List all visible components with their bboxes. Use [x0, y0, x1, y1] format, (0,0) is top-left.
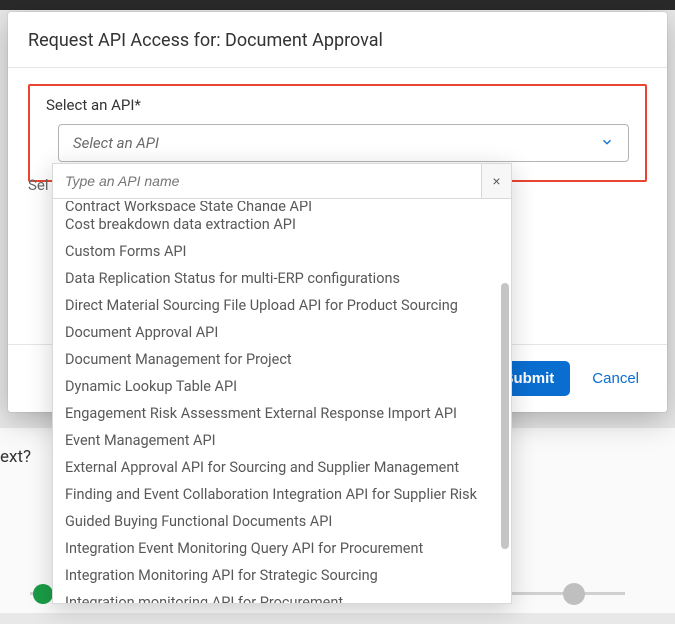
modal-title: Request API Access for: Document Approva…: [8, 12, 667, 68]
scrollbar-track[interactable]: [501, 205, 509, 597]
list-item[interactable]: Direct Material Sourcing File Upload API…: [53, 292, 511, 319]
list-item[interactable]: Engagement Risk Assessment External Resp…: [53, 400, 511, 427]
select-placeholder: Select an API: [73, 134, 159, 152]
api-search-input[interactable]: [53, 164, 481, 198]
list-item[interactable]: Integration Event Monitoring Query API f…: [53, 535, 511, 562]
api-option-list: Contract Workspace State Change APICost …: [53, 199, 511, 603]
list-item[interactable]: Document Approval API: [53, 319, 511, 346]
obscured-label-fragment: Sel: [0, 176, 49, 194]
clear-search-button[interactable]: ×: [481, 164, 511, 198]
cancel-button[interactable]: Cancel: [586, 362, 645, 395]
progress-step-done-1: [33, 584, 53, 604]
list-item[interactable]: Cost breakdown data extraction API: [53, 211, 511, 238]
list-item[interactable]: Dynamic Lookup Table API: [53, 373, 511, 400]
select-api-combobox[interactable]: Select an API: [58, 124, 629, 162]
window-top-bar: [0, 0, 675, 10]
list-item[interactable]: Integration monitoring API for Procureme…: [53, 589, 511, 603]
api-dropdown-popover: × Contract Workspace State Change APICos…: [52, 163, 512, 604]
list-item[interactable]: Document Management for Project: [53, 346, 511, 373]
list-item[interactable]: Event Management API: [53, 427, 511, 454]
list-item[interactable]: External Approval API for Sourcing and S…: [53, 454, 511, 481]
list-item[interactable]: Guided Buying Functional Documents API: [53, 508, 511, 535]
list-item[interactable]: Data Replication Status for multi-ERP co…: [53, 265, 511, 292]
dropdown-list-wrap: Contract Workspace State Change APICost …: [53, 199, 511, 603]
chevron-down-icon: [600, 134, 614, 153]
scrollbar-thumb[interactable]: [501, 283, 509, 549]
list-item[interactable]: Contract Workspace State Change API: [53, 201, 511, 211]
dropdown-search-row: ×: [53, 164, 511, 199]
list-item[interactable]: Custom Forms API: [53, 238, 511, 265]
list-item[interactable]: Integration Monitoring API for Strategic…: [53, 562, 511, 589]
list-item[interactable]: Finding and Event Collaboration Integrat…: [53, 481, 511, 508]
background-text-fragment: ext?: [0, 447, 35, 467]
select-api-label: Select an API*: [46, 96, 629, 114]
progress-step-pending: [563, 583, 585, 605]
